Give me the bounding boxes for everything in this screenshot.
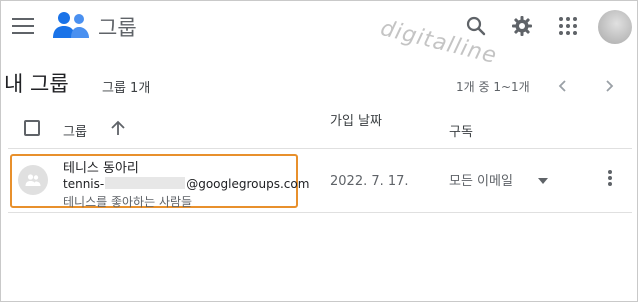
arrow-up-icon[interactable] (109, 119, 127, 137)
select-all-checkbox[interactable] (24, 120, 40, 136)
group-email: tennis- @googlegroups.com (63, 177, 309, 191)
search-icon[interactable] (464, 14, 488, 38)
page-title: 내 그룹 (4, 72, 69, 96)
redacted-block (105, 177, 186, 189)
subscription-select[interactable]: 모든 이메일 (449, 170, 513, 189)
group-count: 그룹 1개 (102, 81, 151, 96)
gear-icon[interactable] (510, 14, 534, 38)
more-vert-icon[interactable] (606, 170, 614, 188)
joined-date: 2022. 7. 17. (330, 174, 409, 189)
account-avatar[interactable] (598, 10, 632, 44)
email-prefix: tennis- (63, 177, 105, 191)
app-header: 그룹 digitalline (0, 0, 640, 69)
group-description: 테니스를 좋아하는 사람들 (63, 195, 193, 209)
table-divider (8, 212, 632, 213)
caret-down-icon[interactable] (538, 178, 548, 184)
group-avatar-icon (18, 165, 48, 195)
pagination-text: 1개 중 1~1개 (456, 80, 530, 94)
email-suffix: @googlegroups.com (186, 177, 310, 191)
column-header-subscription: 구독 (449, 125, 473, 140)
chevron-right-icon[interactable] (601, 78, 617, 94)
table-row[interactable]: 테니스 동아리 tennis- @googlegroups.com 테니스를 좋아… (8, 149, 632, 212)
app-title: 그룹 (98, 16, 137, 40)
column-header-joined[interactable]: 가입 날짜 (330, 112, 390, 132)
apps-grid-icon[interactable] (556, 14, 580, 38)
menu-icon[interactable] (12, 18, 34, 36)
group-name[interactable]: 테니스 동아리 (63, 157, 139, 176)
column-header-group[interactable]: 그룹 (63, 121, 87, 140)
chevron-left-icon[interactable] (555, 78, 571, 94)
groups-logo-icon[interactable] (52, 10, 90, 42)
